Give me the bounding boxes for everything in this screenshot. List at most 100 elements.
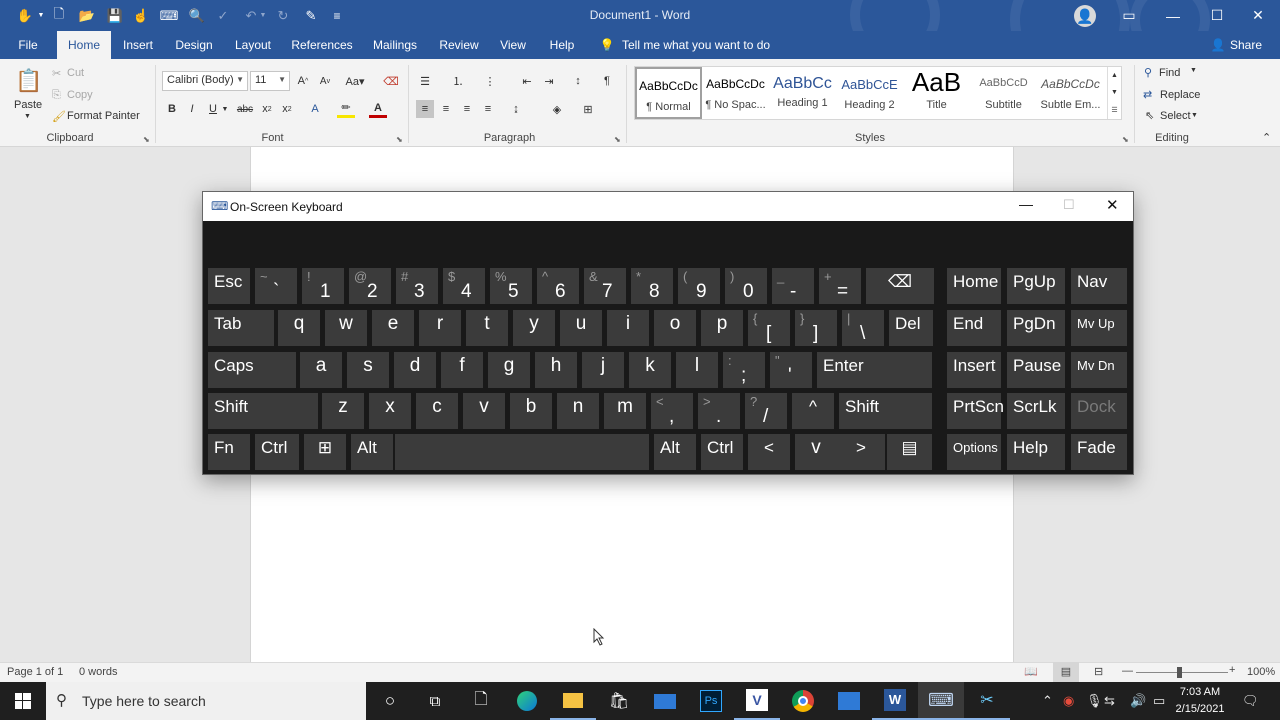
visio-icon[interactable]: V: [734, 682, 780, 720]
sort-icon[interactable]: ↕: [569, 72, 587, 90]
tab-file[interactable]: File: [8, 31, 48, 59]
key-mv-up[interactable]: Mv Up: [1071, 310, 1127, 346]
key-nav[interactable]: Nav: [1071, 268, 1127, 304]
decrease-indent-icon[interactable]: ⇤: [518, 72, 536, 90]
chevron-down-icon[interactable]: ▼: [1190, 67, 1197, 74]
key-alt[interactable]: Alt: [654, 434, 696, 470]
key-alt[interactable]: Alt: [351, 434, 393, 470]
key-symbol[interactable]: <,: [651, 393, 693, 429]
key-symbol[interactable]: ~ `: [255, 268, 297, 304]
osk-taskbar-icon[interactable]: ⌨: [918, 682, 964, 720]
chrome-icon[interactable]: [780, 682, 826, 720]
tab-help[interactable]: Help: [542, 31, 582, 59]
key-shift[interactable]: Shift: [208, 393, 318, 429]
tab-references[interactable]: References: [288, 31, 356, 59]
volume-icon[interactable]: 🔊: [1130, 693, 1146, 709]
scroll-down-icon[interactable]: ▼: [1107, 84, 1121, 101]
key-end[interactable]: End: [947, 310, 1001, 346]
key-symbol[interactable]: >: [837, 434, 885, 470]
font-size-select[interactable]: 11 ▼: [250, 71, 290, 91]
zoom-out-icon[interactable]: —: [1122, 665, 1133, 677]
key-symbol[interactable]: ? /: [745, 393, 787, 429]
key-f[interactable]: f: [441, 352, 483, 388]
key-fn[interactable]: Fn: [208, 434, 250, 470]
key-v[interactable]: v: [795, 434, 837, 470]
zoom-in-icon[interactable]: +: [1229, 664, 1235, 676]
page-count[interactable]: Page 1 of 1: [7, 666, 63, 678]
network-icon[interactable]: ⇆: [1104, 693, 1115, 709]
key-options[interactable]: Options: [947, 434, 1001, 470]
key-7[interactable]: & 7: [584, 268, 626, 304]
key-symbol[interactable]: _ -: [772, 268, 814, 304]
collapse-ribbon-icon[interactable]: ⌃: [1262, 131, 1271, 144]
key-v[interactable]: v: [463, 393, 505, 429]
style-no-spacing[interactable]: AaBbCcDc ¶ No Spac...: [702, 67, 769, 119]
key-prtscn[interactable]: PrtScn: [947, 393, 1004, 429]
backspace-key[interactable]: ⌫: [866, 268, 934, 304]
style-heading-2[interactable]: AaBbCcE Heading 2: [836, 67, 903, 119]
dialog-launcher-icon[interactable]: ⬊: [143, 135, 150, 144]
align-right-icon[interactable]: ≡: [458, 100, 476, 118]
key-mv-dn[interactable]: Mv Dn: [1071, 352, 1127, 388]
web-layout-icon[interactable]: ⊟: [1094, 665, 1103, 678]
key-fade[interactable]: Fade: [1071, 434, 1127, 470]
ribbon-display-icon[interactable]: ▭: [1107, 0, 1151, 31]
align-center-icon[interactable]: ≡: [437, 100, 455, 118]
start-icon[interactable]: [0, 682, 46, 720]
key-pause[interactable]: Pause: [1007, 352, 1065, 388]
style-title[interactable]: AaB Title: [903, 67, 970, 119]
snipping-tool-icon[interactable]: ✂: [964, 682, 1010, 720]
clear-formatting-icon[interactable]: ⌫: [382, 72, 400, 90]
key-d[interactable]: d: [394, 352, 436, 388]
highlight-icon[interactable]: ✏: [337, 100, 355, 118]
grow-font-icon[interactable]: A ^: [294, 72, 312, 90]
cortana-icon[interactable]: ○: [367, 682, 413, 720]
key-symbol[interactable]: + =: [819, 268, 861, 304]
word-icon[interactable]: W: [872, 682, 918, 720]
strikethrough-icon[interactable]: abc: [236, 100, 254, 118]
menu-key[interactable]: ▤: [887, 434, 932, 470]
key-symbol[interactable]: }]: [795, 310, 837, 346]
microphone-icon[interactable]: 🎙: [1086, 693, 1103, 709]
notifications-icon[interactable]: 🗨: [1242, 693, 1259, 709]
key-help[interactable]: Help: [1007, 434, 1065, 470]
style-subtle-emphasis[interactable]: AaBbCcDc Subtle Em...: [1037, 67, 1104, 119]
clock-time[interactable]: 7:03 AM: [1172, 686, 1228, 698]
superscript-icon[interactable]: x2: [278, 100, 296, 118]
key-q[interactable]: q: [278, 310, 320, 346]
file-explorer-icon[interactable]: [550, 682, 596, 720]
tab-design[interactable]: Design: [170, 31, 218, 59]
key-x[interactable]: x: [369, 393, 411, 429]
key-g[interactable]: g: [488, 352, 530, 388]
minimize-icon[interactable]: —: [1151, 0, 1195, 31]
key-6[interactable]: ^ 6: [537, 268, 579, 304]
key-o[interactable]: o: [654, 310, 696, 346]
increase-indent-icon[interactable]: ⇥: [540, 72, 558, 90]
scroll-up-icon[interactable]: ▲: [1107, 67, 1121, 84]
photoshop-icon[interactable]: Ps: [688, 682, 734, 720]
font-color-icon[interactable]: A: [369, 100, 387, 118]
italic-icon[interactable]: I: [183, 100, 201, 118]
key-p[interactable]: p: [701, 310, 743, 346]
key-ctrl[interactable]: Ctrl: [255, 434, 299, 470]
key-y[interactable]: y: [513, 310, 555, 346]
tab-mailings[interactable]: Mailings: [366, 31, 424, 59]
tab-home[interactable]: Home: [57, 31, 111, 59]
style-heading-1[interactable]: AaBbCc Heading 1: [769, 67, 836, 119]
osk-title-bar[interactable]: ⌨ On-Screen Keyboard — ☐ ✕: [203, 192, 1133, 221]
key-0[interactable]: ) 0: [725, 268, 767, 304]
key-u[interactable]: u: [560, 310, 602, 346]
zoom-level[interactable]: 100%: [1247, 666, 1275, 678]
key-del[interactable]: Del: [889, 310, 933, 346]
tab-view[interactable]: View: [494, 31, 532, 59]
minimize-icon[interactable]: —: [1019, 196, 1033, 212]
key-symbol[interactable]: ^: [792, 393, 834, 429]
task-view-icon[interactable]: ⧉: [412, 682, 458, 720]
key-caps[interactable]: Caps: [208, 352, 296, 388]
key-tab[interactable]: Tab: [208, 310, 274, 346]
key-j[interactable]: j: [582, 352, 624, 388]
borders-icon[interactable]: ⊞: [579, 100, 597, 118]
key-enter[interactable]: Enter: [817, 352, 932, 388]
key-w[interactable]: w: [325, 310, 367, 346]
key-5[interactable]: % 5: [490, 268, 532, 304]
